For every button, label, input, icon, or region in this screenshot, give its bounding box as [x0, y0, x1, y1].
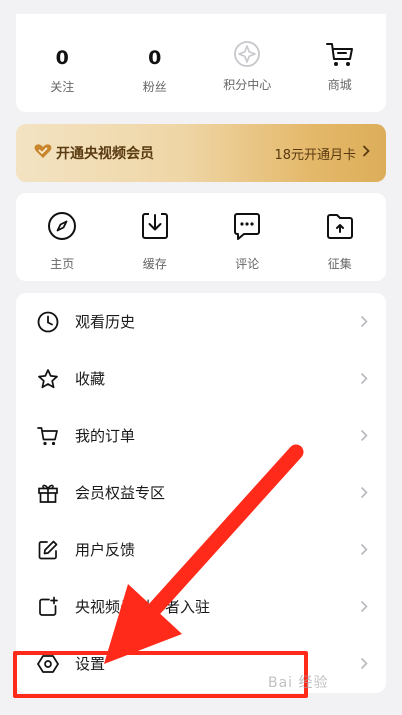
quick-actions-card: 主页 缓存 评论 征集 — [16, 193, 386, 281]
chevron-right-icon — [360, 657, 368, 670]
chevron-right-icon — [360, 429, 368, 442]
stat-points-center[interactable]: 积分中心 — [201, 14, 294, 112]
stat-mall[interactable]: 商城 — [294, 14, 387, 112]
chevron-right-icon — [360, 315, 368, 328]
folder-upload-icon — [325, 211, 355, 245]
quick-action-home-label: 主页 — [50, 257, 75, 271]
cart-icon — [325, 40, 355, 68]
settings-hexagon-icon — [37, 653, 59, 675]
following-label: 关注 — [50, 80, 75, 94]
following-count: 0 — [55, 47, 69, 69]
menu-item-label: 我的订单 — [75, 427, 136, 445]
clock-icon — [37, 311, 59, 333]
chevron-right-icon — [360, 486, 368, 499]
quick-action-collect[interactable]: 征集 — [294, 193, 387, 281]
menu-item-label: 用户反馈 — [75, 541, 136, 559]
cart-icon — [37, 425, 59, 447]
menu-item-favorites[interactable]: 收藏 — [16, 350, 386, 407]
chevron-right-icon — [360, 543, 368, 556]
menu-item-settings[interactable]: 设置 — [16, 635, 386, 692]
vip-banner[interactable]: 开通央视频会员 18元开通月卡 — [16, 124, 386, 182]
points-compass-icon — [233, 40, 261, 68]
chevron-right-icon — [360, 600, 368, 613]
vip-offer: 18元开通月卡 — [274, 147, 356, 163]
menu-item-label: 央视频号创作者入驻 — [75, 598, 211, 616]
followers-label: 粉丝 — [142, 80, 167, 94]
compass-icon — [47, 211, 77, 245]
star-icon — [37, 368, 59, 390]
add-video-icon — [37, 596, 59, 618]
quick-action-comments-label: 评论 — [235, 257, 260, 271]
menu-item-member-benefits[interactable]: 会员权益专区 — [16, 464, 386, 521]
followers-count: 0 — [148, 47, 162, 69]
menu-list: 观看历史 收藏 我的订单 会员权益专区 用户反馈 央视频号创作者入驻 设置 — [16, 293, 386, 693]
quick-action-cache[interactable]: 缓存 — [109, 193, 202, 281]
menu-item-label: 设置 — [75, 655, 106, 673]
chevron-right-icon — [360, 372, 368, 385]
edit-icon — [37, 539, 59, 561]
vip-title: 开通央视频会员 — [56, 146, 154, 162]
stat-following[interactable]: 0 关注 — [16, 14, 109, 112]
points-center-label: 积分中心 — [223, 78, 272, 92]
menu-item-feedback[interactable]: 用户反馈 — [16, 521, 386, 578]
menu-item-my-orders[interactable]: 我的订单 — [16, 407, 386, 464]
download-icon — [140, 211, 170, 245]
quick-action-home[interactable]: 主页 — [16, 193, 109, 281]
gift-icon — [37, 482, 59, 504]
menu-item-watch-history[interactable]: 观看历史 — [16, 293, 386, 350]
menu-item-label: 观看历史 — [75, 313, 136, 331]
stat-followers[interactable]: 0 粉丝 — [109, 14, 202, 112]
comment-icon — [232, 211, 262, 245]
quick-action-collect-label: 征集 — [327, 257, 352, 271]
quick-action-cache-label: 缓存 — [142, 257, 167, 271]
chevron-right-icon — [362, 145, 370, 161]
menu-item-label: 收藏 — [75, 370, 106, 388]
mall-label: 商城 — [327, 78, 352, 92]
menu-item-creator-signup[interactable]: 央视频号创作者入驻 — [16, 578, 386, 635]
vip-heart-icon — [34, 143, 52, 163]
menu-item-label: 会员权益专区 — [75, 484, 166, 502]
quick-action-comments[interactable]: 评论 — [201, 193, 294, 281]
stats-card: 0 关注 0 粉丝 积分中心 商城 — [16, 14, 386, 112]
